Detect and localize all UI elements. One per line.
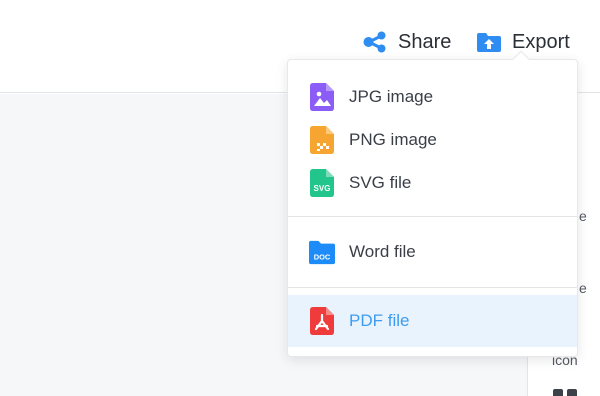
panel-text-1: e xyxy=(579,208,587,224)
share-icon xyxy=(362,29,388,55)
menu-item-label: PDF file xyxy=(349,311,410,330)
jpg-file-icon xyxy=(309,83,335,111)
menu-item-jpg[interactable]: JPG image xyxy=(288,75,577,119)
export-icon xyxy=(476,29,502,55)
menu-divider xyxy=(288,216,577,217)
svg-file-icon: SVG xyxy=(309,169,335,197)
share-button[interactable]: Share xyxy=(362,28,451,56)
menu-item-word[interactable]: DOC Word file xyxy=(288,230,577,274)
pdf-file-icon xyxy=(309,307,335,335)
menu-divider xyxy=(288,287,577,288)
menu-item-label: PNG image xyxy=(349,130,437,149)
menu-item-png[interactable]: PNG image xyxy=(288,118,577,162)
menu-item-svg[interactable]: SVG SVG file xyxy=(288,161,577,205)
menu-item-label: SVG file xyxy=(349,173,412,192)
menu-item-label: Word file xyxy=(349,242,416,261)
svg-badge-text: SVG xyxy=(314,184,331,193)
export-dropdown: JPG image PNG image SVG SVG file DOC Wor… xyxy=(287,50,578,357)
png-file-icon xyxy=(309,126,335,154)
menu-item-pdf[interactable]: PDF file xyxy=(288,295,577,347)
share-label: Share xyxy=(398,30,452,53)
grid-icon[interactable] xyxy=(553,389,577,396)
menu-item-label: JPG image xyxy=(349,87,434,106)
doc-badge-text: DOC xyxy=(314,252,331,261)
word-file-icon: DOC xyxy=(309,238,335,266)
panel-text-2: e xyxy=(579,280,587,296)
